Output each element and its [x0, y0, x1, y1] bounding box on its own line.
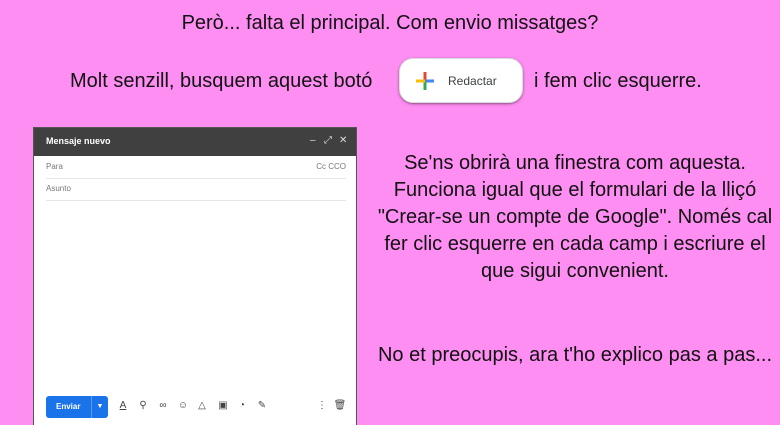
- link-icon[interactable]: ∞: [156, 399, 170, 413]
- to-label: Para: [46, 162, 63, 171]
- subject-label: Asunto: [46, 184, 71, 193]
- instruction-text-post: i fem clic esquerre.: [534, 70, 702, 92]
- to-field[interactable]: Para Cc CCO: [46, 156, 346, 179]
- attach-icon[interactable]: ⚲: [136, 399, 150, 413]
- reassurance-text: No et preocupis, ara t'ho explico pas a …: [377, 344, 773, 366]
- more-icon[interactable]: ⋮: [315, 399, 329, 413]
- compose-button[interactable]: Redactar: [399, 58, 523, 103]
- expand-icon[interactable]: ⤢: [324, 135, 332, 146]
- photo-icon[interactable]: ▣: [216, 399, 230, 413]
- send-button[interactable]: Enviar ▼: [46, 396, 108, 418]
- lock-clock-icon[interactable]: ◔: [235, 399, 249, 413]
- caret-down-icon[interactable]: ▼: [91, 396, 108, 418]
- subject-field[interactable]: Asunto: [46, 178, 346, 201]
- emoji-icon[interactable]: ☺: [176, 399, 190, 413]
- instruction-row: Molt senzill, busquem aquest botó Redact…: [0, 56, 780, 106]
- compose-button-label: Redactar: [448, 74, 497, 88]
- close-icon[interactable]: ✕: [339, 135, 347, 146]
- compose-window-title: Mensaje nuevo: [46, 136, 111, 146]
- google-plus-icon: [416, 72, 434, 90]
- trash-icon[interactable]: 🗑: [333, 399, 347, 413]
- pen-icon[interactable]: ✎: [255, 399, 269, 413]
- cc-bcc-link[interactable]: Cc CCO: [316, 162, 346, 171]
- intro-line: Però... falta el principal. Com envio mi…: [181, 12, 599, 34]
- send-button-label: Enviar: [56, 402, 81, 411]
- description-text: Se'ns obrirà una finestra com aquesta. F…: [377, 152, 773, 282]
- minimize-icon[interactable]: –: [310, 135, 316, 146]
- drive-icon[interactable]: △: [195, 399, 209, 413]
- compose-window-header: Mensaje nuevo – ⤢ ✕: [34, 128, 356, 156]
- compose-window: Mensaje nuevo – ⤢ ✕ Para Cc CCO Asunto E…: [33, 127, 357, 425]
- format-text-icon[interactable]: A: [116, 399, 130, 413]
- instruction-text-pre: Molt senzill, busquem aquest botó: [70, 70, 373, 92]
